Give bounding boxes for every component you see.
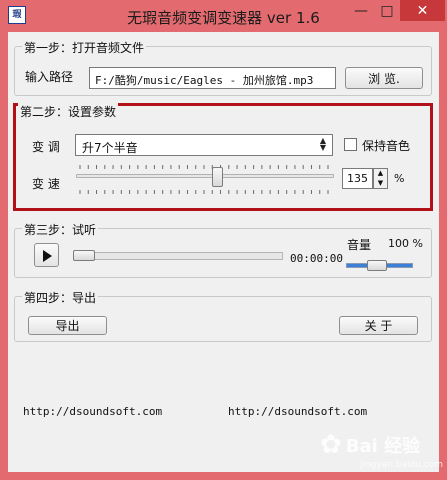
step3-group: 第三步：试听 00:00:00 音量 100 % <box>14 221 432 278</box>
path-label: 输入路径 <box>25 70 74 84</box>
browse-button[interactable]: 浏 览. <box>345 67 423 89</box>
path-input[interactable]: F:/酷狗/music/Eagles - 加州旅馆.mp3 <box>89 67 336 89</box>
keep-tone-checkbox[interactable] <box>344 138 357 151</box>
step3-label: 第三步：试听 <box>22 221 99 238</box>
pitch-select[interactable]: 升7个半音 ▲ ▼ <box>75 134 333 156</box>
website-link-right[interactable]: http://dsoundsoft.com <box>228 405 367 418</box>
playback-time: 00:00:00 <box>290 252 343 265</box>
speed-slider-track[interactable] <box>76 174 334 178</box>
keep-tone-label: 保持音色 <box>362 139 411 153</box>
close-icon[interactable]: ✕ <box>400 0 445 21</box>
speed-spinner[interactable]: ▲ ▼ <box>373 168 388 189</box>
highlight-frame: 第二步：设置参数 变 调 升7个半音 ▲ ▼ 保持音色 变 速 135 ▲ ▼ % <box>13 103 433 211</box>
volume-label: 音量 <box>347 238 372 252</box>
speed-ticks-bottom <box>79 190 329 194</box>
speed-label: 变 速 <box>32 177 60 191</box>
dropdown-arrow-icon: ▲ ▼ <box>319 136 327 152</box>
speed-slider-thumb[interactable] <box>211 167 223 187</box>
watermark-sub: jingyan.baidu.com <box>360 460 444 470</box>
speed-unit: % <box>394 172 405 185</box>
spin-down-icon[interactable]: ▼ <box>374 179 387 189</box>
about-button[interactable]: 关 于 <box>339 316 418 335</box>
pitch-select-value: 升7个半音 <box>82 141 138 155</box>
step2-label: 第二步：设置参数 <box>18 103 119 120</box>
paw-icon: ✿ <box>320 430 342 460</box>
volume-slider-thumb[interactable] <box>367 260 387 271</box>
maximize-icon[interactable]: □ <box>374 0 400 21</box>
spin-up-icon[interactable]: ▲ <box>374 169 387 179</box>
title-bar[interactable]: 瑕 无瑕音频变调变速器 ver 1.6 — □ ✕ <box>0 0 447 32</box>
export-button[interactable]: 导出 <box>28 316 107 335</box>
playback-progress-track[interactable] <box>73 252 283 260</box>
speed-input[interactable]: 135 <box>342 168 373 189</box>
step4-label: 第四步：导出 <box>22 289 99 306</box>
play-icon <box>42 250 52 262</box>
watermark-text: Bai 经验 <box>345 436 421 457</box>
website-link-left[interactable]: http://dsoundsoft.com <box>23 405 162 418</box>
volume-value: 100 % <box>388 237 423 250</box>
pitch-label: 变 调 <box>32 140 60 154</box>
play-button[interactable] <box>34 243 59 267</box>
step4-group: 第四步：导出 导出 关 于 <box>14 289 432 342</box>
speed-ticks-top <box>79 165 329 169</box>
step1-group: 第一步：打开音频文件 输入路径 F:/酷狗/music/Eagles - 加州旅… <box>14 39 432 96</box>
playback-progress-thumb[interactable] <box>73 250 95 261</box>
client-area: 第一步：打开音频文件 输入路径 F:/酷狗/music/Eagles - 加州旅… <box>8 32 439 472</box>
step1-label: 第一步：打开音频文件 <box>22 39 147 56</box>
minimize-icon[interactable]: — <box>348 0 374 21</box>
